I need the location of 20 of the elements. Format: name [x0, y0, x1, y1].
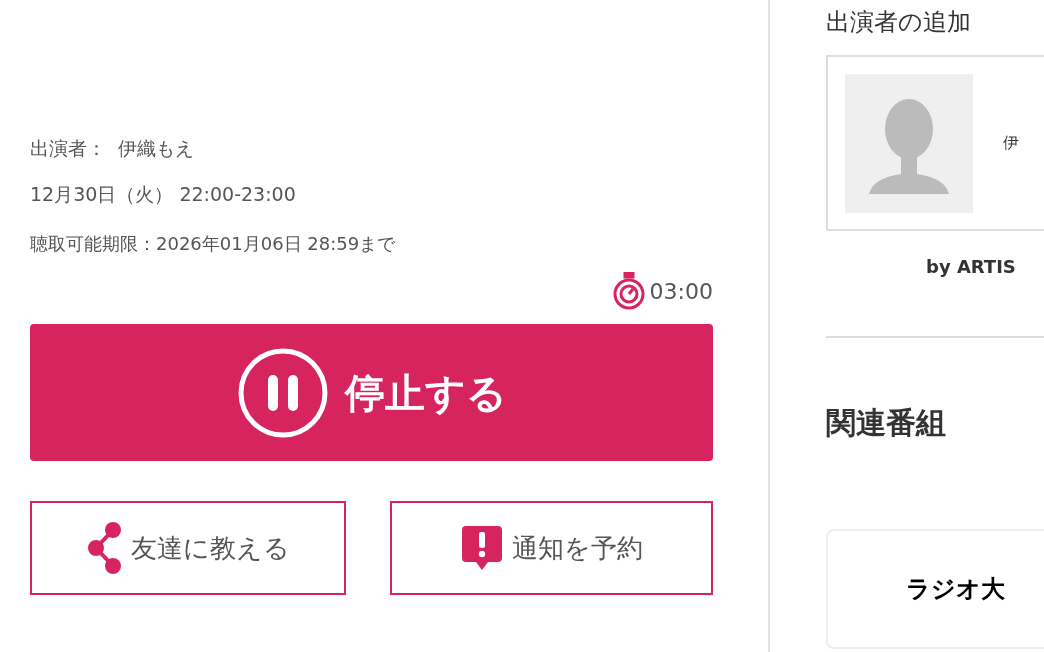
broadcast-time: 12月30日（火） 22:00-23:00	[30, 181, 297, 207]
avatar-placeholder-icon	[845, 73, 973, 213]
station-logo-text: ラジオ大	[906, 575, 1005, 603]
listening-deadline: 聴取可能期限：2026年01月06日 28:59まで	[30, 231, 397, 256]
share-icon	[86, 521, 123, 575]
performer-name: 伊織もえ	[118, 135, 194, 161]
section-heading: 出演者の追加	[826, 7, 972, 38]
performer-name: 伊	[1003, 132, 1019, 154]
credit: by ARTIS	[926, 255, 1017, 279]
performer-label: 出演者：	[30, 135, 106, 161]
share-button[interactable]: 友達に教える	[30, 501, 346, 595]
notification-icon	[460, 524, 504, 572]
stopwatch-icon	[611, 272, 646, 310]
program-card[interactable]: ラジオ大	[826, 529, 1044, 649]
performer-card[interactable]: 伊	[826, 55, 1044, 231]
related-programs-heading: 関連番組	[826, 404, 947, 442]
notify-button[interactable]: 通知を予約	[390, 501, 713, 595]
stop-button[interactable]: 停止する	[30, 324, 713, 461]
timer: 03:00	[649, 277, 713, 306]
pause-icon	[236, 346, 329, 439]
